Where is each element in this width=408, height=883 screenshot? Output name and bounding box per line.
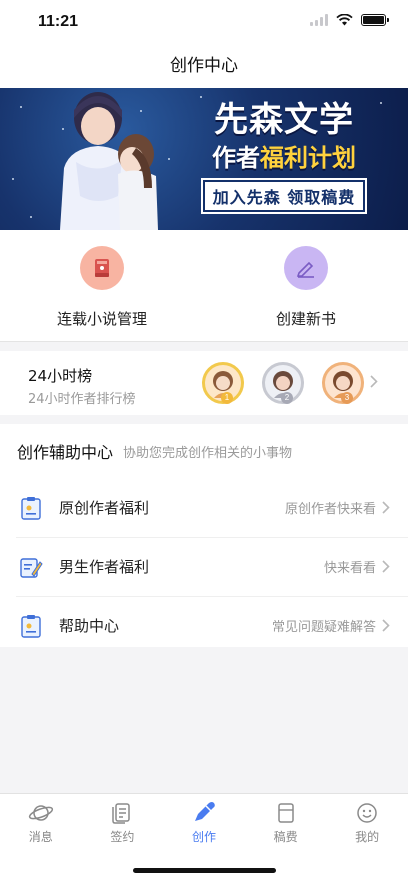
pencil-icon	[194, 802, 215, 821]
promo-banner[interactable]: 先森文学 作者福利计划 加入先森 领取稿费	[0, 88, 408, 230]
list-item-male-author-welfare[interactable]: 男生作者福利 快来看看	[0, 537, 408, 596]
status-time: 11:21	[38, 13, 79, 30]
contract-icon	[112, 803, 131, 824]
nav-bar: 创作中心	[0, 44, 408, 88]
clipboard-icon	[21, 496, 41, 520]
ranking-subtitle: 24小时作者排行榜	[28, 392, 136, 407]
list-item-label: 帮助中心	[59, 617, 120, 635]
banner-subtitle-prefix: 作者	[212, 144, 260, 172]
ranking-avatars: 1 2 3	[202, 362, 364, 404]
tab-label: 稿费	[273, 830, 298, 844]
avatar: 1	[202, 362, 244, 404]
tab-label: 创作	[191, 830, 216, 844]
banner-subtitle-highlight: 福利计划	[260, 144, 356, 172]
create-book-label: 创建新书	[275, 310, 336, 328]
signal-icon	[310, 14, 328, 26]
edit-note-icon	[20, 557, 43, 578]
list-item-label: 原创作者福利	[59, 499, 150, 517]
couple-illustration	[60, 92, 158, 230]
avatar: 2	[262, 362, 304, 404]
assist-title: 创作辅助中心	[17, 443, 114, 462]
avatar: 3	[322, 362, 364, 404]
tab-mine[interactable]: 我的	[326, 794, 408, 850]
rank-badge-1: 1	[221, 392, 233, 404]
home-indicator	[133, 868, 276, 873]
wallet-icon	[277, 803, 294, 823]
banner-title: 先森文学	[214, 100, 354, 140]
list-item-hint: 快来看看	[323, 561, 376, 576]
status-bar: 11:21	[0, 0, 408, 44]
serial-novel-manage-button[interactable]: 连载小说管理	[0, 230, 204, 341]
tab-label: 消息	[28, 830, 53, 844]
assist-center: 创作辅助中心 协助您完成创作相关的小事物 原创作者福利 原创作者快来看 男生作者…	[0, 424, 408, 647]
tab-label: 我的	[355, 830, 380, 844]
create-book-button[interactable]: 创建新书	[204, 230, 408, 341]
list-item-help-center[interactable]: 帮助中心 常见问题疑难解答	[0, 596, 408, 655]
assist-desc: 协助您完成创作相关的小事物	[123, 445, 293, 461]
list-item-original-author-welfare[interactable]: 原创作者福利 原创作者快来看	[0, 478, 408, 537]
tab-royalty[interactable]: 稿费	[245, 794, 327, 850]
pen-icon	[284, 246, 328, 290]
assist-header: 创作辅助中心 协助您完成创作相关的小事物	[0, 424, 408, 478]
list-item-label: 男生作者福利	[59, 558, 150, 576]
smile-icon	[357, 803, 377, 823]
ranking-title: 24小时榜	[28, 367, 93, 385]
banner-pill: 加入先森 领取稿费	[202, 180, 366, 212]
chevron-right-icon	[382, 619, 390, 632]
quick-actions: 连载小说管理 创建新书	[0, 230, 408, 342]
tab-contract[interactable]: 签约	[82, 794, 164, 850]
page-title: 创作中心	[170, 56, 238, 76]
tab-messages[interactable]: 消息	[0, 794, 82, 850]
serial-novel-manage-label: 连载小说管理	[56, 310, 147, 328]
chevron-right-icon	[370, 375, 378, 388]
tab-label: 签约	[110, 830, 135, 844]
wifi-icon	[336, 14, 353, 26]
book-icon	[80, 246, 124, 290]
status-icons	[310, 14, 389, 26]
chevron-right-icon	[382, 501, 390, 514]
planet-icon	[28, 805, 53, 821]
tab-create[interactable]: 创作	[163, 794, 245, 850]
help-clipboard-icon	[21, 614, 41, 638]
ranking-row[interactable]: 24小时榜 24小时作者排行榜 1 2 3	[0, 351, 408, 415]
rank-badge-3: 3	[341, 392, 353, 404]
banner-subtitle: 作者福利计划	[170, 142, 398, 174]
list-item-hint: 原创作者快来看	[284, 502, 376, 517]
rank-badge-2: 2	[281, 392, 293, 404]
chevron-right-icon	[382, 560, 390, 573]
banner-text: 先森文学 作者福利计划 加入先森 领取稿费	[170, 100, 398, 212]
list-item-hint: 常见问题疑难解答	[271, 620, 376, 635]
battery-icon	[361, 14, 389, 26]
